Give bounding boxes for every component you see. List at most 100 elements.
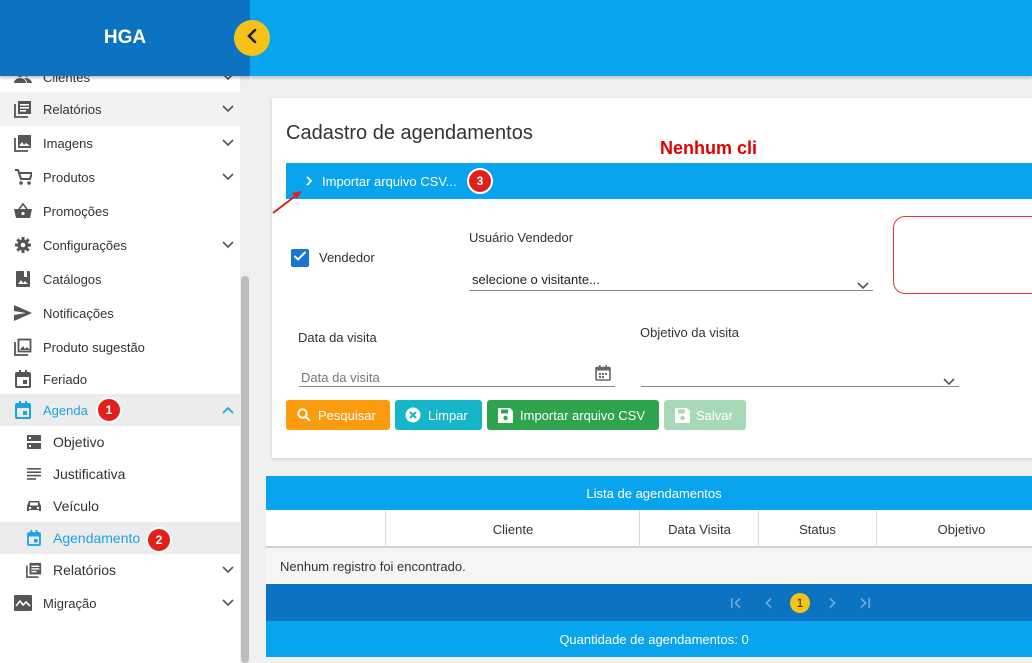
sidebar-item-label: Feriado (43, 371, 88, 387)
submenu-item-label: Veículo (53, 498, 99, 514)
chevron-down-icon (222, 564, 234, 576)
step-badge-1: 1 (96, 397, 122, 423)
chevron-down-icon (222, 239, 234, 251)
sidebar-item-imagens[interactable]: Imagens (0, 126, 240, 160)
sidebar-menu: Clientes Relatórios Imagens Produtos Pro… (0, 62, 240, 620)
submenu-item-justificativa[interactable]: Justificativa (0, 458, 240, 490)
limpar-button-label: Limpar (428, 407, 468, 423)
step-badge-2: 2 (146, 527, 172, 553)
chevron-down-icon (222, 103, 234, 115)
chevron-down-icon (222, 171, 234, 183)
check-icon (293, 249, 307, 267)
importar-csv-button[interactable]: Importar arquivo CSV (487, 400, 659, 430)
sidebar-item-produtos[interactable]: Produtos (0, 160, 240, 194)
column-header-data-visita[interactable]: Data Visita (639, 510, 759, 548)
sidebar-item-relatorios[interactable]: Relatórios (0, 92, 240, 126)
current-page[interactable]: 1 (790, 593, 810, 613)
form-card: Cadastro de agendamentos Importar arquiv… (272, 98, 1032, 458)
warning-box (893, 216, 1032, 294)
submenu-item-objetivo[interactable]: Objetivo (0, 426, 240, 458)
save-icon (674, 407, 690, 423)
pesquisar-button-label: Pesquisar (318, 407, 376, 423)
submenu-item-relatorios[interactable]: Relatórios (0, 554, 240, 586)
submenu-item-veiculo[interactable]: Veículo (0, 490, 240, 522)
chevron-left-icon (246, 28, 258, 49)
send-icon (14, 304, 32, 322)
sidebar-item-label: Produtos (43, 169, 96, 185)
collapse-sidebar-button[interactable] (234, 20, 270, 56)
importar-csv-button-label: Importar arquivo CSV (520, 407, 645, 423)
submenu-item-agendamento[interactable]: Agendamento (0, 522, 240, 554)
chevron-down-icon (943, 373, 955, 386)
data-visita-underline (299, 386, 615, 387)
basket-icon (14, 202, 32, 220)
sidebar-item-catalogos[interactable]: Catálogos (0, 262, 240, 296)
column-header-status[interactable]: Status (758, 510, 876, 548)
column-header-cliente[interactable]: Cliente (385, 510, 640, 548)
calendar-icon (14, 401, 32, 419)
top-header (250, 0, 1032, 76)
gallery-icon (14, 338, 32, 356)
clear-icon (405, 407, 421, 423)
chevron-down-icon (222, 137, 234, 149)
save-icon (497, 407, 513, 423)
sidebar-item-label: Catálogos (43, 271, 102, 287)
salvar-button[interactable]: Salvar (664, 400, 746, 430)
page-title: Cadastro de agendamentos (286, 122, 533, 144)
chart-icon (14, 594, 32, 612)
previous-page-icon[interactable] (759, 593, 779, 613)
gear-icon (14, 236, 32, 254)
column-header-objetivo[interactable]: Objetivo (876, 510, 1032, 548)
salvar-button-label: Salvar (696, 407, 733, 423)
report-icon (14, 100, 32, 118)
sidebar-item-label: Promoções (43, 203, 109, 219)
submenu-item-label: Objetivo (53, 434, 105, 450)
brand-title: HGA (0, 0, 250, 76)
sidebar-item-label: Imagens (43, 135, 93, 151)
sidebar-item-configuracoes[interactable]: Configurações (0, 228, 240, 262)
pesquisar-button[interactable]: Pesquisar (286, 400, 390, 430)
data-visita-input[interactable]: Data da visita (301, 370, 380, 385)
sidebar-scrollbar-thumb[interactable] (241, 276, 249, 663)
step-badge-3: 3 (467, 168, 493, 194)
sidebar-item-migracao[interactable]: Migração (0, 586, 240, 620)
sidebar-item-notificacoes[interactable]: Notificações (0, 296, 240, 330)
sidebar-item-label: Produto sugestão (43, 339, 145, 355)
submenu-item-label: Relatórios (53, 562, 117, 578)
column-header-select (266, 510, 385, 548)
data-visita-label: Data da visita (298, 330, 377, 345)
chevron-down-icon (857, 277, 869, 290)
cart-icon (14, 168, 32, 186)
chevron-down-icon (222, 597, 234, 609)
sidebar-item-label: Relatórios (43, 101, 102, 117)
sidebar-item-label: Agenda (43, 402, 88, 418)
submenu-item-label: Justificativa (53, 466, 126, 482)
table-empty-message: Nenhum registro foi encontrado. (266, 548, 1032, 584)
sidebar-item-label: Configurações (43, 237, 127, 253)
storage-icon (26, 434, 42, 450)
image-icon (14, 134, 32, 152)
last-page-icon[interactable] (854, 593, 874, 613)
table-footer-count: Quantidade de agendamentos: 0 (266, 621, 1032, 657)
table-title: Lista de agendamentos (266, 476, 1032, 510)
catalog-icon (14, 270, 32, 288)
usuario-vendedor-underline (469, 290, 873, 291)
sidebar-item-label: Notificações (43, 305, 114, 321)
search-icon (296, 407, 312, 423)
calendar-icon[interactable] (595, 365, 611, 381)
sidebar-item-feriado[interactable]: Feriado (0, 364, 240, 394)
vendedor-checkbox-label: Vendedor (319, 250, 375, 265)
usuario-vendedor-select[interactable]: selecione o visitante... (472, 272, 600, 287)
car-icon (26, 498, 42, 514)
import-csv-toggle[interactable]: Importar arquivo CSV... (286, 163, 1032, 199)
pagination: 1 (266, 584, 1032, 621)
vendedor-checkbox[interactable] (291, 249, 309, 267)
sidebar-item-produto-sugestao[interactable]: Produto sugestão (0, 330, 240, 364)
sidebar-item-promocoes[interactable]: Promoções (0, 194, 240, 228)
next-page-icon[interactable] (822, 593, 842, 613)
import-csv-toggle-label: Importar arquivo CSV... (322, 173, 457, 189)
lines-icon (26, 466, 42, 482)
limpar-button[interactable]: Limpar (395, 400, 482, 430)
usuario-vendedor-label: Usuário Vendedor (469, 230, 574, 245)
first-page-icon[interactable] (727, 593, 747, 613)
